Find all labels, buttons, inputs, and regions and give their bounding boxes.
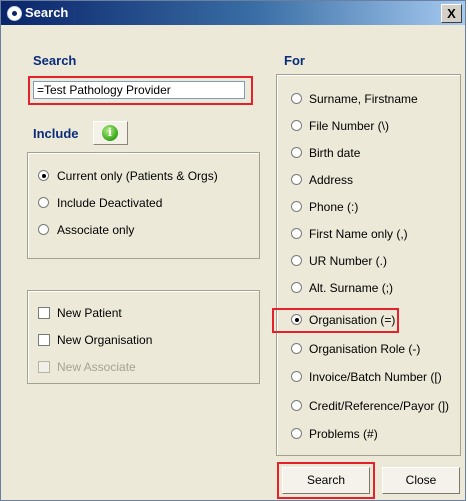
radio-organisation-role[interactable] (291, 343, 302, 354)
radio-phone[interactable] (291, 201, 302, 212)
title-bar[interactable]: Search X (1, 1, 465, 25)
radio-associate[interactable] (38, 224, 49, 235)
new-patient-label: New Patient (57, 306, 122, 320)
new-associate-label: New Associate (57, 360, 136, 374)
search-dialog: Search X Search Include i Current only (… (0, 0, 466, 501)
radio-ur-number[interactable] (291, 255, 302, 266)
radio-deactivated[interactable] (38, 197, 49, 208)
radio-invoice[interactable] (291, 371, 302, 382)
radio-address[interactable] (291, 174, 302, 185)
for-option-label: Alt. Surname (;) (309, 281, 394, 295)
radio-file-number[interactable] (291, 120, 302, 131)
info-icon: i (102, 125, 118, 141)
radio-alt-surname[interactable] (291, 282, 302, 293)
close-icon[interactable]: X (441, 4, 462, 23)
app-icon (7, 6, 22, 21)
new-organisation-checkbox[interactable] (38, 334, 50, 346)
for-option-label: Birth date (309, 146, 361, 160)
for-option-label: Surname, Firstname (309, 92, 418, 106)
include-option-label: Include Deactivated (57, 196, 163, 210)
window-title: Search (25, 5, 69, 20)
for-option-label: Problems (#) (309, 427, 378, 441)
include-option-label: Associate only (57, 223, 135, 237)
new-associate-checkbox (38, 361, 50, 373)
include-group: Current only (Patients & Orgs) Include D… (27, 152, 260, 259)
for-option-label: Credit/Reference/Payor (]) (309, 399, 450, 413)
for-option-label: Organisation (=) (309, 313, 396, 327)
for-option-label: UR Number (.) (309, 254, 388, 268)
include-heading: Include (33, 126, 79, 141)
search-input[interactable] (33, 81, 245, 99)
new-patient-checkbox[interactable] (38, 307, 50, 319)
radio-problems[interactable] (291, 428, 302, 439)
search-button[interactable]: Search (282, 467, 370, 494)
for-option-label: File Number (\) (309, 119, 390, 133)
radio-surname[interactable] (291, 93, 302, 104)
for-option-label: Invoice/Batch Number ([) (309, 370, 442, 384)
for-option-label: First Name only (,) (309, 227, 408, 241)
for-option-label: Address (309, 173, 354, 187)
info-button[interactable]: i (93, 121, 128, 145)
for-option-label: Organisation Role (-) (309, 342, 421, 356)
include-option-label: Current only (Patients & Orgs) (57, 169, 218, 183)
search-heading: Search (33, 53, 77, 68)
for-option-label: Phone (:) (309, 200, 359, 214)
radio-birth-date[interactable] (291, 147, 302, 158)
radio-current[interactable] (38, 170, 49, 181)
radio-credit[interactable] (291, 400, 302, 411)
new-organisation-label: New Organisation (57, 333, 153, 347)
radio-first-name[interactable] (291, 228, 302, 239)
close-button[interactable]: Close (382, 467, 460, 494)
new-items-group: New Patient New Organisation New Associa… (27, 290, 260, 384)
radio-organisation[interactable] (291, 314, 302, 325)
for-heading: For (284, 53, 305, 68)
